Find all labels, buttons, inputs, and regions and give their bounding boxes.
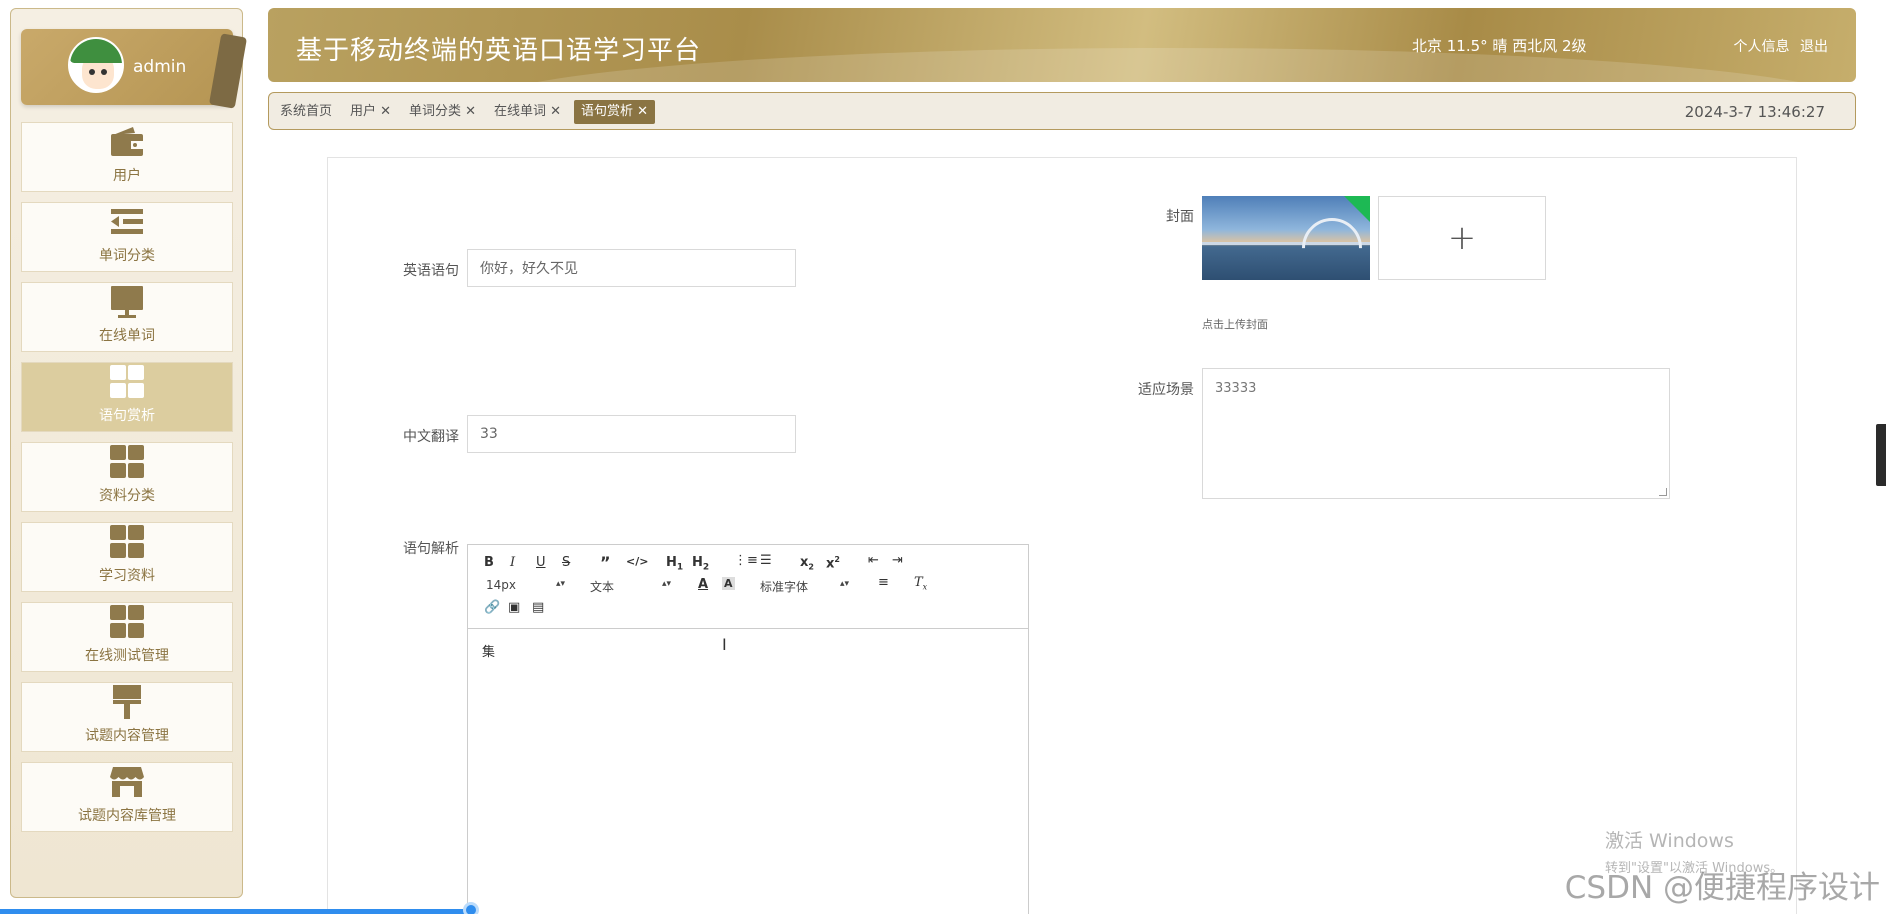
tabs-bar: 系统首页 用户 ✕ 单词分类 ✕ 在线单词 ✕ 语句赏析 ✕ 2024-3-7 … <box>268 92 1856 130</box>
strikethrough-icon[interactable]: S <box>562 555 570 570</box>
current-datetime: 2024-3-7 13:46:27 <box>1684 103 1825 121</box>
plus-icon: + <box>1447 218 1477 258</box>
sidebar-item-question-content[interactable]: 试题内容管理 <box>21 682 233 752</box>
font-size-select[interactable]: 14px ▴▾ <box>486 578 566 592</box>
sidebar-item-label: 试题内容管理 <box>85 728 169 744</box>
sidebar-item-online-words[interactable]: 在线单词 <box>21 282 233 352</box>
profile-link[interactable]: 个人信息 <box>1734 39 1790 55</box>
logout-link[interactable]: 退出 <box>1800 39 1828 55</box>
underline-icon[interactable]: U <box>536 555 546 570</box>
editor-text: 集 <box>482 645 496 660</box>
upload-cover-hint: 点击上传封面 <box>1202 318 1268 331</box>
sidebar-item-material-category[interactable]: 资料分类 <box>21 442 233 512</box>
watermark-line1: 激活 Windows <box>1605 830 1734 852</box>
sidebar-item-word-category[interactable]: 单词分类 <box>21 202 233 272</box>
select-caret-icon: ▴▾ <box>662 579 672 589</box>
tab-users[interactable]: 用户 ✕ <box>343 100 398 124</box>
tab-online-words[interactable]: 在线单词 ✕ <box>487 100 568 124</box>
sidebar-item-study-material[interactable]: 学习资料 <box>21 522 233 592</box>
font-size-value: 14px <box>486 578 516 592</box>
text-type-value: 文本 <box>590 580 615 594</box>
cover-label: 封面 <box>1166 209 1194 225</box>
sidebar-item-label: 在线测试管理 <box>85 648 169 664</box>
heading2-icon[interactable]: H2 <box>692 555 709 573</box>
sidebar: admin 用户 单词分类 在线单词 语句赏析 资料分类 学习资料 在线测试管理… <box>10 8 243 898</box>
scenario-label: 适应场景 <box>1138 382 1194 398</box>
grid-icon <box>109 445 145 479</box>
font-color-icon[interactable]: A <box>698 577 708 592</box>
sidebar-item-label: 语句赏析 <box>99 408 155 424</box>
video-icon[interactable]: ▤ <box>532 600 544 615</box>
tab-word-category[interactable]: 单词分类 ✕ <box>402 100 483 124</box>
header-links: 个人信息 退出 <box>1728 36 1828 56</box>
text-cursor-icon: I <box>722 635 727 654</box>
sidebar-item-label: 学习资料 <box>99 568 155 584</box>
sidebar-item-label: 在线单词 <box>99 328 155 344</box>
align-icon[interactable]: ≡ <box>878 575 889 590</box>
app-title: 基于移动终端的英语口语学习平台 <box>296 36 702 66</box>
sidebar-item-label: 用户 <box>113 168 141 184</box>
rich-text-editor: B I U S ” </> H1 H2 ⋮≡ ☰ x2 x2 ⇤ ⇥ 14px … <box>467 544 1029 914</box>
user-profile-card[interactable]: admin <box>21 29 233 105</box>
code-icon[interactable]: </> <box>626 555 648 568</box>
csdn-watermark: CSDN @便捷程序设计 <box>1564 870 1880 906</box>
sidebar-item-users[interactable]: 用户 <box>21 122 233 192</box>
blockquote-icon[interactable]: ” <box>600 553 611 572</box>
resize-handle[interactable] <box>1659 488 1667 496</box>
grid-icon <box>109 525 145 559</box>
username: admin <box>133 57 187 77</box>
sidebar-item-label: 单词分类 <box>99 248 155 264</box>
sidebar-item-online-test[interactable]: 在线测试管理 <box>21 602 233 672</box>
sidebar-item-question-bank[interactable]: 试题内容库管理 <box>21 762 233 832</box>
text-type-select[interactable]: 文本 ▴▾ <box>590 578 672 595</box>
ordered-list-icon[interactable]: ⋮≡ <box>734 553 758 568</box>
bullet-list-icon[interactable]: ☰ <box>760 553 772 568</box>
cover-image[interactable] <box>1202 196 1370 280</box>
chinese-translation-label: 中文翻译 <box>403 429 459 445</box>
chinese-translation-input[interactable]: 33 <box>467 415 796 453</box>
sidebar-item-sentence-appreciation[interactable]: 语句赏析 <box>21 362 233 432</box>
select-caret-icon: ▴▾ <box>840 579 850 589</box>
link-icon[interactable]: 🔗 <box>484 600 500 615</box>
outdent-icon[interactable]: ⇤ <box>868 553 879 568</box>
bold-icon[interactable]: B <box>484 555 494 570</box>
brush-icon <box>109 685 145 719</box>
tab-home[interactable]: 系统首页 <box>273 100 339 124</box>
font-family-select[interactable]: 标准字体 ▴▾ <box>760 578 854 595</box>
superscript-icon[interactable]: x2 <box>826 555 840 571</box>
scenario-textarea[interactable]: 33333 <box>1202 368 1670 499</box>
heading1-icon[interactable]: H1 <box>666 555 683 573</box>
tab-sentence-appreciation[interactable]: 语句赏析 ✕ <box>574 100 656 124</box>
editor-toolbar: B I U S ” </> H1 H2 ⋮≡ ☰ x2 x2 ⇤ ⇥ 14px … <box>468 545 1028 629</box>
monitor-icon <box>109 285 145 319</box>
avatar <box>68 37 124 93</box>
sidebar-item-label: 试题内容库管理 <box>78 808 176 824</box>
weather-info: 北京 11.5° 晴 西北风 2级 <box>1412 37 1587 55</box>
add-cover-button[interactable]: + <box>1378 196 1546 280</box>
wallet-icon <box>109 125 145 159</box>
image-icon[interactable]: ▣ <box>508 600 520 615</box>
grid-icon <box>109 605 145 639</box>
analysis-label: 语句解析 <box>403 541 459 557</box>
italic-icon[interactable]: I <box>510 555 515 570</box>
indent-icon[interactable]: ⇥ <box>892 553 903 568</box>
store-icon <box>109 765 145 799</box>
english-sentence-input[interactable]: 你好，好久不见 <box>467 249 796 287</box>
english-sentence-label: 英语语句 <box>403 263 459 279</box>
top-header: 基于移动终端的英语口语学习平台 北京 11.5° 晴 西北风 2级 个人信息 退… <box>268 8 1856 82</box>
side-scroll-tab[interactable] <box>1876 424 1886 486</box>
scroll-handle[interactable] <box>463 902 479 914</box>
font-family-value: 标准字体 <box>760 580 809 594</box>
list-indent-icon <box>109 205 145 239</box>
clear-format-icon[interactable]: Tx <box>914 575 927 592</box>
sidebar-item-label: 资料分类 <box>99 488 155 504</box>
scenario-value: 33333 <box>1215 381 1257 396</box>
editor-content[interactable]: 集 I <box>468 629 1028 914</box>
select-caret-icon: ▴▾ <box>556 579 566 589</box>
page-scroll-progress <box>0 909 470 914</box>
background-color-icon[interactable]: A <box>722 577 735 590</box>
subscript-icon[interactable]: x2 <box>800 555 814 572</box>
grid-icon <box>109 365 145 399</box>
